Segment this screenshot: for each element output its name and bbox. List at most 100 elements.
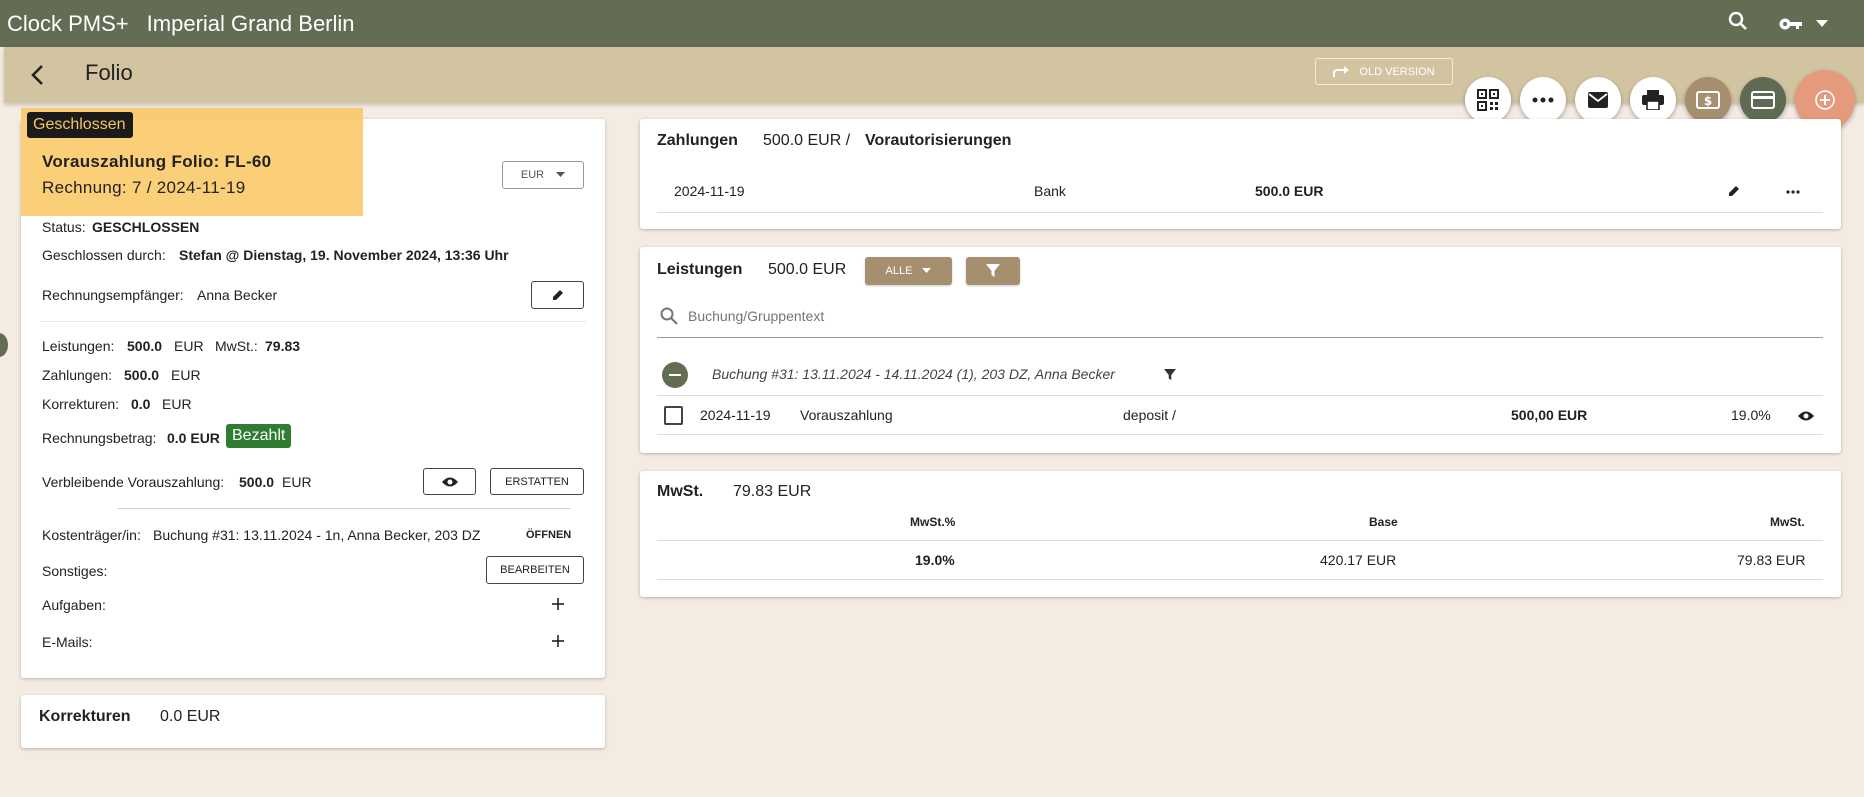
row-checkbox[interactable] <box>664 406 683 425</box>
services-currency: EUR <box>174 338 204 354</box>
vat-value: 79.83 <box>265 338 301 354</box>
vat-label: MwSt.: <box>215 338 258 354</box>
divider <box>657 395 1823 396</box>
pencil-icon <box>552 290 563 300</box>
old-version-label: OLD VERSION <box>1359 65 1435 78</box>
preauth-link[interactable]: Vorautorisierungen <box>865 132 1011 150</box>
corrections-currency: EUR <box>162 396 192 412</box>
refund-label: ERSTATTEN <box>505 475 569 488</box>
caret-down-icon <box>922 268 932 273</box>
services-amount: 500.0 EUR <box>768 261 847 278</box>
recipient-label: Rechnungsempfänger: <box>42 287 184 303</box>
edit-recipient-button[interactable] <box>531 281 584 309</box>
cash-payment-button[interactable]: $ <box>1685 77 1731 123</box>
status-label: Status: <box>42 219 86 235</box>
service-date: 2024-11-19 <box>700 407 771 423</box>
add-email-icon[interactable] <box>551 634 565 648</box>
qr-icon <box>1477 89 1499 111</box>
side-handle[interactable] <box>0 333 8 357</box>
folio-title: Vorauszahlung Folio: FL-60 <box>42 152 272 171</box>
tasks-label: Aufgaben: <box>42 597 106 613</box>
divider <box>657 434 1823 435</box>
vat-value-cell: 79.83 EUR <box>1737 552 1806 568</box>
view-refund-button[interactable] <box>423 468 476 495</box>
vat-rate: 19.0% <box>915 552 955 568</box>
amount-label: Rechnungsbetrag: <box>42 430 157 446</box>
remaining-currency: EUR <box>282 474 312 490</box>
funnel-icon[interactable] <box>1164 369 1176 381</box>
add-task-icon[interactable] <box>551 597 565 611</box>
services-title: Leistungen <box>657 261 743 278</box>
eye-icon[interactable] <box>1797 410 1815 422</box>
corrections-card-value: 0.0 EUR <box>160 708 221 725</box>
service-type: deposit / <box>1123 407 1176 423</box>
currency-select[interactable]: EUR <box>502 161 584 189</box>
vat-header-vat: MwSt. <box>1770 515 1805 529</box>
closed-by-value: Stefan @ Dienstag, 19. November 2024, 13… <box>179 247 509 263</box>
caret-down-icon <box>1816 19 1828 27</box>
corrections-card-title: Korrekturen <box>39 708 131 725</box>
state-chip: Geschlossen <box>27 112 133 138</box>
filter-button[interactable] <box>966 257 1020 285</box>
vat-title: MwSt. <box>657 483 704 500</box>
service-vat: 19.0% <box>1731 407 1771 423</box>
edit-misc-button[interactable]: BEARBEITEN <box>486 556 584 584</box>
collapse-group-icon[interactable] <box>662 362 688 388</box>
vat-header-base: Base <box>1369 515 1398 529</box>
payment-amount: 500.0 EUR <box>1255 183 1324 199</box>
divider <box>118 508 570 509</box>
payments-currency: EUR <box>171 367 201 383</box>
card-icon <box>1751 91 1775 109</box>
filter-all-label: ALLE <box>885 265 913 277</box>
search-icon <box>660 307 678 325</box>
closed-by-label: Geschlossen durch: <box>42 247 166 263</box>
pencil-icon[interactable] <box>1727 184 1741 198</box>
service-amount: 500,00 EUR <box>1511 407 1588 423</box>
vat-header-rate: MwSt.% <box>910 515 956 529</box>
misc-label: Sonstiges: <box>42 563 108 579</box>
search-icon[interactable] <box>1726 9 1750 38</box>
cash-icon: $ <box>1696 91 1720 109</box>
currency-value: EUR <box>520 169 545 181</box>
filter-all-dropdown[interactable]: ALLE <box>865 257 952 285</box>
hotel-name[interactable]: Imperial Grand Berlin <box>147 11 355 37</box>
payment-date: 2024-11-19 <box>674 183 745 199</box>
share-arrow-icon <box>1333 65 1350 77</box>
mail-icon <box>1588 92 1608 108</box>
card-payment-button[interactable] <box>1740 77 1786 123</box>
open-booking-link[interactable]: ÖFFNEN <box>526 529 571 541</box>
old-version-button[interactable]: OLD VERSION <box>1315 58 1453 85</box>
divider <box>40 321 586 322</box>
caret-down-icon <box>556 172 566 177</box>
service-name: Vorauszahlung <box>800 407 893 423</box>
email-button[interactable] <box>1575 77 1621 123</box>
divider <box>657 212 1823 213</box>
app-name: Clock PMS+ <box>7 10 129 36</box>
more-icon[interactable] <box>1786 190 1800 194</box>
back-arrow-icon[interactable] <box>26 63 50 87</box>
vat-base: 420.17 EUR <box>1320 552 1397 568</box>
payment-method: Bank <box>1034 183 1066 199</box>
more-button[interactable] <box>1520 77 1566 123</box>
search-input[interactable] <box>688 304 1818 328</box>
refund-button[interactable]: ERSTATTEN <box>490 468 584 495</box>
remaining-label: Verbleibende Vorauszahlung: <box>42 474 225 490</box>
search-underline <box>657 337 1823 338</box>
eye-icon <box>441 477 458 486</box>
emails-label: E-Mails: <box>42 634 93 650</box>
services-value: 500.0 <box>127 338 163 354</box>
top-app-bar: Clock PMS+ Imperial Grand Berlin <box>0 0 1864 47</box>
vat-amount: 79.83 EUR <box>733 483 812 500</box>
payments-title: Zahlungen <box>657 132 738 149</box>
svg-text:$: $ <box>1704 94 1712 108</box>
qr-code-button[interactable] <box>1465 77 1511 123</box>
payer-value: Buchung #31: 13.11.2024 - 1n, Anna Becke… <box>153 527 481 543</box>
key-menu[interactable] <box>1778 14 1828 34</box>
more-icon <box>1532 97 1554 103</box>
divider <box>657 540 1823 541</box>
print-button[interactable] <box>1630 77 1676 123</box>
booking-group-label: Buchung #31: 13.11.2024 - 14.11.2024 (1)… <box>712 366 1115 382</box>
recipient-value: Anna Becker <box>197 287 278 303</box>
payments-label: Zahlungen: <box>42 367 113 383</box>
amount-value: 0.0 EUR <box>167 430 220 446</box>
